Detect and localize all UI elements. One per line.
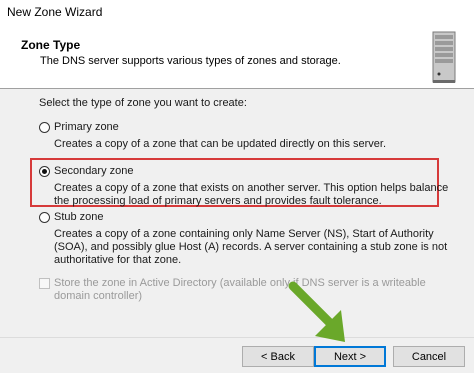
next-button[interactable]: Next > bbox=[314, 346, 386, 367]
secondary-zone-label[interactable]: Secondary zone bbox=[54, 165, 134, 177]
page-description: The DNS server supports various types of… bbox=[40, 55, 341, 67]
secondary-zone-description: Creates a copy of a zone that exists on … bbox=[54, 182, 449, 207]
back-button[interactable]: < Back bbox=[242, 346, 314, 367]
primary-zone-label[interactable]: Primary zone bbox=[54, 121, 119, 133]
pointer-arrow-icon bbox=[288, 281, 345, 342]
secondary-zone-radio[interactable] bbox=[39, 166, 50, 177]
window-title: New Zone Wizard bbox=[7, 5, 103, 19]
store-in-ad-label: Store the zone in Active Directory (avai… bbox=[54, 277, 426, 302]
server-icon bbox=[432, 31, 456, 83]
wizard-header: Zone Type The DNS server supports variou… bbox=[0, 24, 474, 89]
button-bar: < Back Next > Cancel bbox=[0, 337, 474, 373]
cancel-button[interactable]: Cancel bbox=[393, 346, 465, 367]
stub-zone-radio[interactable] bbox=[39, 212, 50, 223]
stub-zone-description: Creates a copy of a zone containing only… bbox=[54, 228, 448, 266]
wizard-content: Select the type of zone you want to crea… bbox=[0, 89, 474, 337]
store-in-ad-checkbox bbox=[39, 278, 50, 289]
primary-zone-description: Creates a copy of a zone that can be upd… bbox=[54, 138, 387, 150]
primary-zone-radio[interactable] bbox=[39, 122, 50, 133]
page-title: Zone Type bbox=[21, 38, 81, 52]
zone-type-prompt: Select the type of zone you want to crea… bbox=[39, 97, 247, 109]
stub-zone-label[interactable]: Stub zone bbox=[54, 211, 104, 223]
title-bar: New Zone Wizard bbox=[0, 0, 474, 25]
